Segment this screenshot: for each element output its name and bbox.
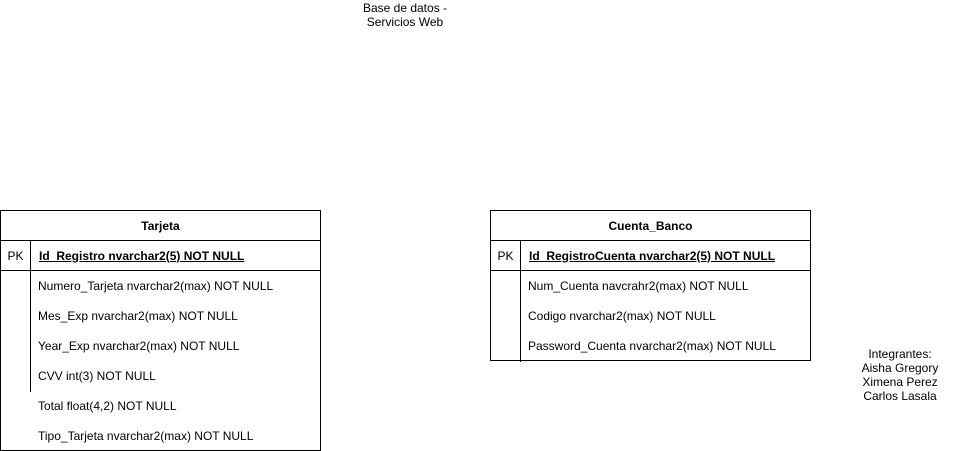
entity-cuenta-banco[interactable]: Cuenta_Banco PK Id_RegistroCuenta nvarch… bbox=[490, 210, 811, 362]
member-name: Ximena Perez bbox=[862, 375, 938, 389]
field-row: Password_Cuenta nvarchar2(max) NOT NULL bbox=[528, 339, 776, 353]
column-divider bbox=[520, 271, 521, 362]
entity-name: Cuenta_Banco bbox=[491, 211, 810, 241]
pk-field: Id_RegistroCuenta nvarchar2(5) NOT NULL bbox=[529, 248, 776, 263]
field-row: Mes_Exp nvarchar2(max) NOT NULL bbox=[38, 309, 238, 323]
field-row: Year_Exp nvarchar2(max) NOT NULL bbox=[38, 339, 240, 353]
member-name: Carlos Lasala bbox=[863, 389, 937, 403]
member-name: Aisha Gregory bbox=[861, 361, 939, 375]
entity-tarjeta[interactable]: Tarjeta PK Id_Registro nvarchar2(5) NOT … bbox=[0, 210, 321, 451]
field-row: Codigo nvarchar2(max) NOT NULL bbox=[528, 309, 716, 323]
pk-label: PK bbox=[1, 241, 31, 270]
field-row: Tipo_Tarjeta nvarchar2(max) NOT NULL bbox=[38, 429, 254, 443]
primary-key-row: PK Id_RegistroCuenta nvarchar2(5) NOT NU… bbox=[491, 241, 810, 271]
entity-name: Tarjeta bbox=[1, 211, 320, 241]
field-list: Numero_Tarjeta nvarchar2(max) NOT NULL M… bbox=[1, 271, 320, 451]
field-row: Num_Cuenta navcrahr2(max) NOT NULL bbox=[528, 279, 749, 293]
column-divider bbox=[30, 271, 31, 392]
pk-field: Id_Registro nvarchar2(5) NOT NULL bbox=[39, 248, 245, 263]
diagram-title: Base de datos - Servicios Web bbox=[340, 1, 470, 29]
pk-label: PK bbox=[491, 241, 521, 270]
field-row: CVV int(3) NOT NULL bbox=[38, 369, 156, 383]
diagram-title-line1: Base de datos - bbox=[362, 1, 448, 15]
field-list: Num_Cuenta navcrahr2(max) NOT NULL Codig… bbox=[491, 271, 810, 362]
diagram-title-line2: Servicios Web bbox=[366, 15, 444, 29]
field-row: Total float(4,2) NOT NULL bbox=[38, 399, 177, 413]
field-row: Numero_Tarjeta nvarchar2(max) NOT NULL bbox=[38, 279, 274, 293]
primary-key-row: PK Id_Registro nvarchar2(5) NOT NULL bbox=[1, 241, 320, 271]
team-members: Integrantes: Aisha Gregory Ximena Perez … bbox=[850, 347, 950, 403]
members-heading: Integrantes: bbox=[868, 347, 932, 361]
